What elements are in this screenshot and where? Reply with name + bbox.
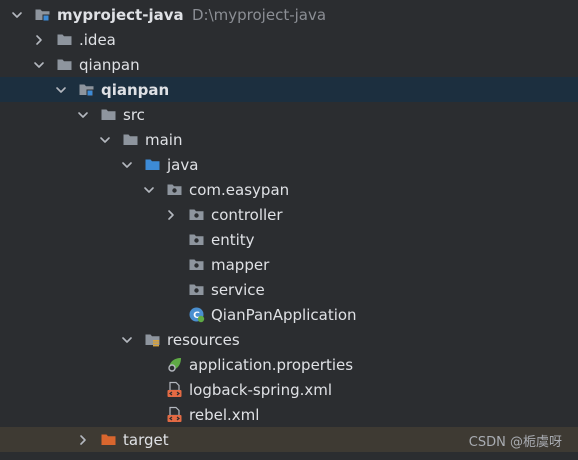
tree-item-label: com.easypan	[189, 180, 290, 199]
xml-file-icon	[165, 377, 183, 402]
project-tree-panel: myproject-java D:\myproject-java .idea qian…	[0, 0, 578, 460]
tree-row[interactable]: mapper	[0, 252, 578, 277]
tree-item-label: resources	[167, 330, 240, 349]
source-root-folder-icon	[143, 152, 161, 177]
excluded-folder-icon	[99, 427, 117, 452]
tree-item-label: java	[167, 155, 199, 174]
xml-file-icon	[165, 402, 183, 427]
chevron-down-icon[interactable]	[54, 77, 68, 102]
folder-icon	[121, 127, 139, 152]
module-folder-icon	[77, 77, 95, 102]
tree-item-label: main	[145, 130, 183, 149]
tree-row[interactable]: C QianPanApplication	[0, 302, 578, 327]
chevron-right-icon[interactable]	[164, 202, 178, 227]
project-path-hint: D:\myproject-java	[192, 5, 327, 24]
folder-icon	[55, 52, 73, 77]
tree-row[interactable]: qianpan	[0, 52, 578, 77]
tree-item-label: logback-spring.xml	[189, 380, 333, 399]
tree-item-label: target	[123, 430, 169, 449]
chevron-down-icon[interactable]	[10, 2, 24, 27]
package-icon	[187, 277, 205, 302]
tree-row[interactable]: myproject-java D:\myproject-java	[0, 2, 578, 27]
chevron-down-icon[interactable]	[142, 177, 156, 202]
spring-boot-class-icon: C	[187, 302, 205, 327]
package-icon	[187, 202, 205, 227]
tree-row[interactable]: src	[0, 102, 578, 127]
tree-row[interactable]: rebel.xml	[0, 402, 578, 427]
csdn-watermark: CSDN @栀虞呀	[468, 435, 562, 450]
package-icon	[187, 252, 205, 277]
tree-row[interactable]: java	[0, 152, 578, 177]
tree-row[interactable]: application.properties	[0, 352, 578, 377]
tree-item-label: mapper	[211, 255, 270, 274]
resources-root-folder-icon	[143, 327, 161, 352]
tree-item-label: .idea	[79, 30, 116, 49]
tree-row[interactable]: service	[0, 277, 578, 302]
tree-item-label: entity	[211, 230, 255, 249]
tree-row[interactable]: .idea	[0, 27, 578, 52]
chevron-down-icon[interactable]	[120, 327, 134, 352]
tree-item-label: controller	[211, 205, 283, 224]
tree-item-label: src	[123, 105, 145, 124]
tree-row[interactable]: entity	[0, 227, 578, 252]
tree-item-label: service	[211, 280, 265, 299]
chevron-down-icon[interactable]	[32, 52, 46, 77]
tree-row[interactable]: resources	[0, 327, 578, 352]
tree-row[interactable]: controller	[0, 202, 578, 227]
package-icon	[165, 177, 183, 202]
tree-item-label: QianPanApplication	[211, 305, 357, 324]
chevron-down-icon[interactable]	[98, 127, 112, 152]
chevron-right-icon[interactable]	[32, 27, 46, 52]
tree-item-label: application.properties	[189, 355, 354, 374]
tree-row[interactable]: main	[0, 127, 578, 152]
tree-row[interactable]: com.easypan	[0, 177, 578, 202]
package-icon	[187, 227, 205, 252]
tree-row[interactable]: logback-spring.xml	[0, 377, 578, 402]
tree-item-label: rebel.xml	[189, 405, 260, 424]
chevron-down-icon[interactable]	[120, 152, 134, 177]
folder-icon	[99, 102, 117, 127]
chevron-right-icon[interactable]	[76, 427, 90, 452]
tree-item-label: myproject-java	[57, 5, 184, 24]
module-folder-icon	[33, 2, 51, 27]
folder-icon	[55, 27, 73, 52]
tree-item-label: qianpan	[101, 80, 170, 99]
spring-properties-icon	[165, 352, 183, 377]
chevron-down-icon[interactable]	[76, 102, 90, 127]
tree-row[interactable]: qianpan	[0, 77, 578, 102]
tree-item-label: qianpan	[79, 55, 140, 74]
